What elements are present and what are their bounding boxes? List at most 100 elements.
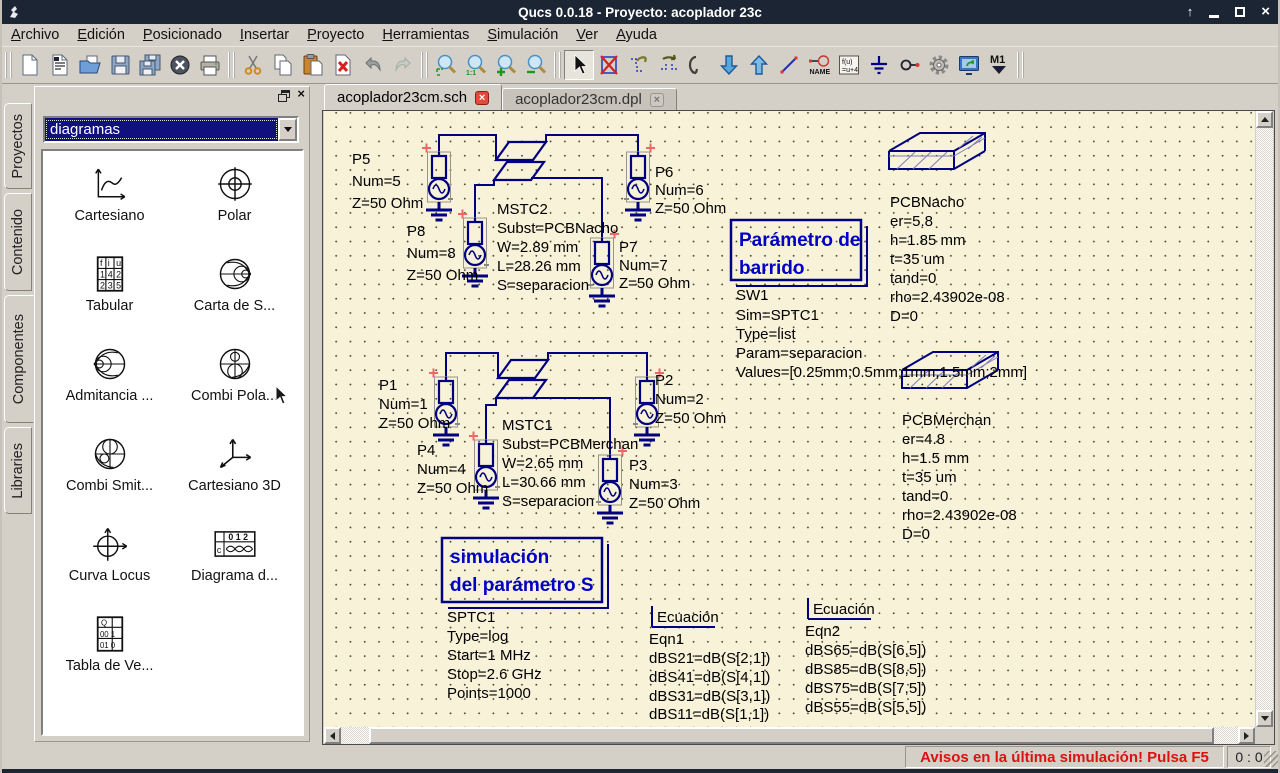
dock-close-icon[interactable]: × bbox=[297, 88, 305, 99]
scroll-left-button[interactable] bbox=[324, 727, 341, 744]
port-P3[interactable] bbox=[596, 447, 627, 524]
menu-ver[interactable]: Ver bbox=[567, 25, 607, 45]
rotate-component-button[interactable] bbox=[624, 50, 654, 80]
diagram-item-tabular[interactable]: fiu142235 Tabular bbox=[47, 245, 172, 335]
port-label-P7[interactable]: P7 Num=7 Z=50 Ohm bbox=[619, 239, 690, 292]
minimize-icon[interactable] bbox=[1209, 15, 1219, 18]
port-label-P4[interactable]: P4 Num=4 Z=50 Ohm bbox=[417, 442, 488, 497]
coupled-line-mstc2[interactable] bbox=[494, 142, 546, 180]
zoom-in-button[interactable] bbox=[491, 50, 521, 80]
cut-button[interactable] bbox=[238, 50, 268, 80]
new-document-button[interactable] bbox=[15, 50, 45, 80]
view-data-display-button[interactable] bbox=[954, 50, 984, 80]
port-label-P3[interactable]: P3 Num=3 Z=50 Ohm bbox=[629, 457, 700, 512]
diagram-item-admitancia[interactable]: Admitancia ... bbox=[47, 335, 172, 425]
save-button[interactable] bbox=[105, 50, 135, 80]
dock-float-icon[interactable] bbox=[281, 90, 290, 98]
port-P6[interactable] bbox=[624, 144, 655, 221]
diagram-item-cartesiano-3d[interactable]: Cartesiano 3D bbox=[172, 425, 297, 515]
equation-eqn2[interactable]: Ecuación Eqn2 dBS65=dB(S[6,5]) dBS85=dB(… bbox=[805, 598, 926, 716]
substrate-label-pcbnacho[interactable]: PCBNacho er=5.8 h=1.85 mm t=35 um tand=0… bbox=[890, 194, 1005, 325]
zoom-out-button[interactable] bbox=[521, 50, 551, 80]
mirror-y-button[interactable] bbox=[684, 50, 714, 80]
zoom-one-to-one-button[interactable]: 1:1 bbox=[461, 50, 491, 80]
zoom-fit-button[interactable] bbox=[431, 50, 461, 80]
redo-button[interactable] bbox=[388, 50, 418, 80]
toolbar-handle[interactable] bbox=[421, 52, 428, 78]
vertical-scrollbar[interactable] bbox=[1256, 111, 1273, 727]
diagram-item-carta-de-smith[interactable]: Carta de S... bbox=[172, 245, 297, 335]
diagram-item-curva-locus[interactable]: Curva Locus bbox=[47, 515, 172, 605]
close-document-button[interactable] bbox=[165, 50, 195, 80]
menu-insertar[interactable]: Insertar bbox=[231, 25, 298, 45]
diagram-item-cartesiano[interactable]: Cartesiano bbox=[47, 155, 172, 245]
scrollbar-thumb[interactable] bbox=[369, 727, 1214, 744]
set-marker-button[interactable]: M1 bbox=[984, 50, 1014, 80]
port-P7[interactable] bbox=[588, 230, 619, 307]
insert-wire-button[interactable] bbox=[774, 50, 804, 80]
close-tab-icon[interactable]: × bbox=[650, 93, 664, 107]
tab-schematic[interactable]: acoplador23cm.sch × bbox=[324, 84, 502, 110]
menu-posicionado[interactable]: Posicionado bbox=[134, 25, 231, 45]
subcircuit-enter-button[interactable] bbox=[714, 50, 744, 80]
dock-header[interactable]: × bbox=[35, 87, 309, 103]
insert-port-button[interactable] bbox=[894, 50, 924, 80]
toolbar-handle[interactable] bbox=[5, 52, 12, 78]
menu-archivo[interactable]: Archivo bbox=[2, 25, 68, 45]
menu-herramientas[interactable]: Herramientas bbox=[373, 25, 478, 45]
close-tab-icon[interactable]: × bbox=[475, 91, 489, 105]
toolbar-handle[interactable] bbox=[554, 52, 561, 78]
delete-button[interactable] bbox=[328, 50, 358, 80]
toolbar-handle[interactable] bbox=[1017, 52, 1024, 78]
sidebar-tab-componentes[interactable]: Componentes bbox=[4, 295, 34, 423]
scroll-up-button[interactable] bbox=[1256, 111, 1273, 128]
open-document-button[interactable] bbox=[75, 50, 105, 80]
tab-data-display[interactable]: acoplador23cm.dpl × bbox=[502, 88, 677, 110]
scroll-down-button[interactable] bbox=[1256, 710, 1273, 727]
mirror-x-button[interactable] bbox=[654, 50, 684, 80]
undo-button[interactable] bbox=[358, 50, 388, 80]
scroll-right-button[interactable] bbox=[1238, 727, 1255, 744]
sidebar-tab-proyectos[interactable]: Proyectos bbox=[4, 103, 32, 189]
schematic-canvas[interactable]: P5 Num=5 Z=50 Ohm P8 Num=8 Z=50 Ohm P6 N… bbox=[324, 111, 1255, 727]
port-label-P2[interactable]: P2 Num=2 Z=50 Ohm bbox=[655, 372, 726, 427]
print-button[interactable] bbox=[195, 50, 225, 80]
menu-edicion[interactable]: Edición bbox=[68, 25, 134, 45]
diagram-item-combi-smith-polar[interactable]: Combi Smit... bbox=[47, 425, 172, 515]
sparameter-simulation-component[interactable]: simulación del parámetro S SPTC1 Type=lo… bbox=[442, 538, 608, 702]
simulate-button[interactable] bbox=[924, 50, 954, 80]
diagram-item-diagrama-de-tiempo[interactable]: 0 1 2c Diagrama d... bbox=[172, 515, 297, 605]
toolbar-handle[interactable] bbox=[228, 52, 235, 78]
deactivate-component-button[interactable] bbox=[594, 50, 624, 80]
maximize-icon[interactable] bbox=[1235, 7, 1245, 17]
diagram-item-polar[interactable]: Polar bbox=[172, 155, 297, 245]
coupler-label-mstc2[interactable]: MSTC2 Subst=PCBNacho W=2.89 mm L=28.26 m… bbox=[497, 201, 618, 294]
horizontal-scrollbar[interactable] bbox=[324, 727, 1255, 744]
close-icon[interactable]: × bbox=[1261, 5, 1270, 19]
subcircuit-leave-button[interactable] bbox=[744, 50, 774, 80]
sidebar-tab-libraries[interactable]: Libraries bbox=[4, 427, 32, 514]
diagram-item-tabla-de-verdad[interactable]: Q00 101 0 Tabla de Ve... bbox=[47, 605, 172, 695]
port-label-P5[interactable]: P5 Num=5 Z=50 Ohm bbox=[352, 151, 423, 212]
diagram-item-combi-polar-smith[interactable]: Combi Pola... bbox=[172, 335, 297, 425]
component-category-select[interactable]: diagramas bbox=[43, 116, 299, 143]
port-P1[interactable] bbox=[429, 369, 460, 446]
menu-simulacion[interactable]: Simulación bbox=[478, 25, 567, 45]
shade-window-icon[interactable]: ↑ bbox=[1187, 5, 1194, 19]
copy-button[interactable] bbox=[268, 50, 298, 80]
dropdown-button[interactable] bbox=[278, 118, 297, 141]
substrate-label-pcbmerchan[interactable]: PCBMerchan er=4.8 h=1.5 mm t=35 um tand=… bbox=[902, 412, 1017, 543]
wire-label-button[interactable]: NAME bbox=[804, 50, 834, 80]
coupled-line-mstc1[interactable] bbox=[496, 360, 548, 398]
sidebar-tab-contenido[interactable]: Contenido bbox=[4, 193, 32, 291]
menu-proyecto[interactable]: Proyecto bbox=[298, 25, 373, 45]
select-pointer-button[interactable] bbox=[564, 50, 594, 80]
insert-equation-button[interactable]: f(u)=u+4 bbox=[834, 50, 864, 80]
substrate-pcbnacho-icon[interactable] bbox=[889, 133, 985, 169]
port-P5[interactable] bbox=[422, 144, 453, 221]
insert-ground-button[interactable] bbox=[864, 50, 894, 80]
menu-ayuda[interactable]: Ayuda bbox=[607, 25, 666, 45]
new-text-document-button[interactable] bbox=[45, 50, 75, 80]
paste-button[interactable] bbox=[298, 50, 328, 80]
equation-eqn1[interactable]: Ecuación Eqn1 dBS21=dB(S[2,1]) dBS41=dB(… bbox=[649, 606, 770, 723]
